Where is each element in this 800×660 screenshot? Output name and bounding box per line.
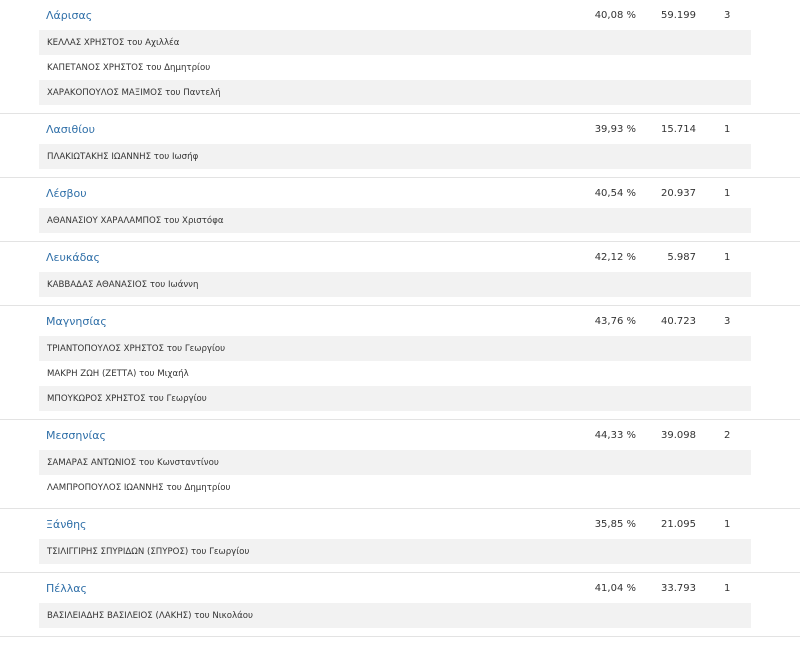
district-votes: 33.793 <box>661 583 696 594</box>
district-name-link[interactable]: Λευκάδας <box>46 251 100 264</box>
district-name-link[interactable]: Ξάνθης <box>46 518 87 531</box>
district-row-lefkada: Λευκάδας 42,12 % 5.987 1 ΚΑΒΒΑΔΑΣ ΑΘΑΝΑΣ… <box>0 242 800 306</box>
district-name-link[interactable]: Μεσσηνίας <box>46 429 106 442</box>
district-header: Ξάνθης 35,85 % 21.095 1 <box>0 509 800 539</box>
district-name-link[interactable]: Πέλλας <box>46 582 87 595</box>
candidate-row: ΣΑΜΑΡΑΣ ΑΝΤΩΝΙΟΣ του Κωνσταντίνου <box>39 450 751 475</box>
district-row-larisa: Λάρισας 40,08 % 59.199 3 ΚΕΛΛΑΣ ΧΡΗΣΤΟΣ … <box>0 0 800 114</box>
candidate-list: ΤΡΙΑΝΤΟΠΟΥΛΟΣ ΧΡΗΣΤΟΣ του Γεωργίου ΜΑΚΡΗ… <box>0 336 800 411</box>
district-percent: 39,93 % <box>594 124 636 135</box>
district-header: Μεσσηνίας 44,33 % 39.098 2 <box>0 420 800 450</box>
candidate-row: ΚΑΠΕΤΑΝΟΣ ΧΡΗΣΤΟΣ του Δημητρίου <box>39 55 751 80</box>
candidate-row: ΜΠΟΥΚΩΡΟΣ ΧΡΗΣΤΟΣ του Γεωργίου <box>39 386 751 411</box>
district-header: Λέσβου 40,54 % 20.937 1 <box>0 178 800 208</box>
candidate-list: ΤΣΙΛΙΓΓΙΡΗΣ ΣΠΥΡΙΔΩΝ (ΣΠΥΡΟΣ) του Γεωργί… <box>0 539 800 564</box>
district-seats: 1 <box>724 519 731 530</box>
district-percent: 35,85 % <box>594 519 636 530</box>
candidate-row: ΤΣΙΛΙΓΓΙΡΗΣ ΣΠΥΡΙΔΩΝ (ΣΠΥΡΟΣ) του Γεωργί… <box>39 539 751 564</box>
district-seats: 1 <box>724 124 731 135</box>
district-seats: 1 <box>724 252 731 263</box>
district-header: Λευκάδας 42,12 % 5.987 1 <box>0 242 800 272</box>
district-percent: 42,12 % <box>594 252 636 263</box>
district-votes: 39.098 <box>661 430 696 441</box>
district-percent: 40,08 % <box>594 10 636 21</box>
district-name-link[interactable]: Λάρισας <box>46 9 92 22</box>
district-votes: 59.199 <box>661 10 696 21</box>
district-header: Πέλλας 41,04 % 33.793 1 <box>0 573 800 603</box>
district-percent: 41,04 % <box>594 583 636 594</box>
results-list: Λάρισας 40,08 % 59.199 3 ΚΕΛΛΑΣ ΧΡΗΣΤΟΣ … <box>0 0 800 637</box>
candidate-row: ΛΑΜΠΡΟΠΟΥΛΟΣ ΙΩΑΝΝΗΣ του Δημητρίου <box>39 475 751 500</box>
district-seats: 3 <box>724 316 731 327</box>
candidate-list: ΑΘΑΝΑΣΙΟΥ ΧΑΡΑΛΑΜΠΟΣ του Χριστόφα <box>0 208 800 233</box>
district-percent: 44,33 % <box>594 430 636 441</box>
district-seats: 2 <box>724 430 731 441</box>
district-percent: 40,54 % <box>594 188 636 199</box>
candidate-row: ΤΡΙΑΝΤΟΠΟΥΛΟΣ ΧΡΗΣΤΟΣ του Γεωργίου <box>39 336 751 361</box>
district-header: Λασιθίου 39,93 % 15.714 1 <box>0 114 800 144</box>
district-votes: 40.723 <box>661 316 696 327</box>
candidate-row: ΒΑΣΙΛΕΙΑΔΗΣ ΒΑΣΙΛΕΙΟΣ (ΛΑΚΗΣ) του Νικολά… <box>39 603 751 628</box>
district-seats: 1 <box>724 188 731 199</box>
district-votes: 20.937 <box>661 188 696 199</box>
district-row-xanthi: Ξάνθης 35,85 % 21.095 1 ΤΣΙΛΙΓΓΙΡΗΣ ΣΠΥΡ… <box>0 509 800 573</box>
candidate-row: ΧΑΡΑΚΟΠΟΥΛΟΣ ΜΑΞΙΜΟΣ του Παντελή <box>39 80 751 105</box>
district-votes: 21.095 <box>661 519 696 530</box>
candidate-list: ΚΑΒΒΑΔΑΣ ΑΘΑΝΑΣΙΟΣ του Ιωάννη <box>0 272 800 297</box>
candidate-list: ΒΑΣΙΛΕΙΑΔΗΣ ΒΑΣΙΛΕΙΟΣ (ΛΑΚΗΣ) του Νικολά… <box>0 603 800 628</box>
district-seats: 1 <box>724 583 731 594</box>
district-name-link[interactable]: Μαγνησίας <box>46 315 107 328</box>
candidate-row: ΚΕΛΛΑΣ ΧΡΗΣΤΟΣ του Αχιλλέα <box>39 30 751 55</box>
district-name-link[interactable]: Λέσβου <box>46 187 87 200</box>
candidate-row: ΑΘΑΝΑΣΙΟΥ ΧΑΡΑΛΑΜΠΟΣ του Χριστόφα <box>39 208 751 233</box>
candidate-row: ΠΛΑΚΙΩΤΑΚΗΣ ΙΩΑΝΝΗΣ του Ιωσήφ <box>39 144 751 169</box>
district-row-pella: Πέλλας 41,04 % 33.793 1 ΒΑΣΙΛΕΙΑΔΗΣ ΒΑΣΙ… <box>0 573 800 637</box>
candidate-row: ΚΑΒΒΑΔΑΣ ΑΘΑΝΑΣΙΟΣ του Ιωάννη <box>39 272 751 297</box>
district-row-messinia: Μεσσηνίας 44,33 % 39.098 2 ΣΑΜΑΡΑΣ ΑΝΤΩΝ… <box>0 420 800 509</box>
district-row-lasithi: Λασιθίου 39,93 % 15.714 1 ΠΛΑΚΙΩΤΑΚΗΣ ΙΩ… <box>0 114 800 178</box>
district-percent: 43,76 % <box>594 316 636 327</box>
candidate-list: ΚΕΛΛΑΣ ΧΡΗΣΤΟΣ του Αχιλλέα ΚΑΠΕΤΑΝΟΣ ΧΡΗ… <box>0 30 800 105</box>
district-seats: 3 <box>724 10 731 21</box>
district-row-magnesia: Μαγνησίας 43,76 % 40.723 3 ΤΡΙΑΝΤΟΠΟΥΛΟΣ… <box>0 306 800 420</box>
district-votes: 5.987 <box>667 252 696 263</box>
district-row-lesvos: Λέσβου 40,54 % 20.937 1 ΑΘΑΝΑΣΙΟΥ ΧΑΡΑΛΑ… <box>0 178 800 242</box>
district-header: Μαγνησίας 43,76 % 40.723 3 <box>0 306 800 336</box>
candidate-row: ΜΑΚΡΗ ΖΩΗ (ΖΕΤΤΑ) του Μιχαήλ <box>39 361 751 386</box>
district-votes: 15.714 <box>661 124 696 135</box>
district-header: Λάρισας 40,08 % 59.199 3 <box>0 0 800 30</box>
candidate-list: ΣΑΜΑΡΑΣ ΑΝΤΩΝΙΟΣ του Κωνσταντίνου ΛΑΜΠΡΟ… <box>0 450 800 500</box>
candidate-list: ΠΛΑΚΙΩΤΑΚΗΣ ΙΩΑΝΝΗΣ του Ιωσήφ <box>0 144 800 169</box>
district-name-link[interactable]: Λασιθίου <box>46 123 95 136</box>
